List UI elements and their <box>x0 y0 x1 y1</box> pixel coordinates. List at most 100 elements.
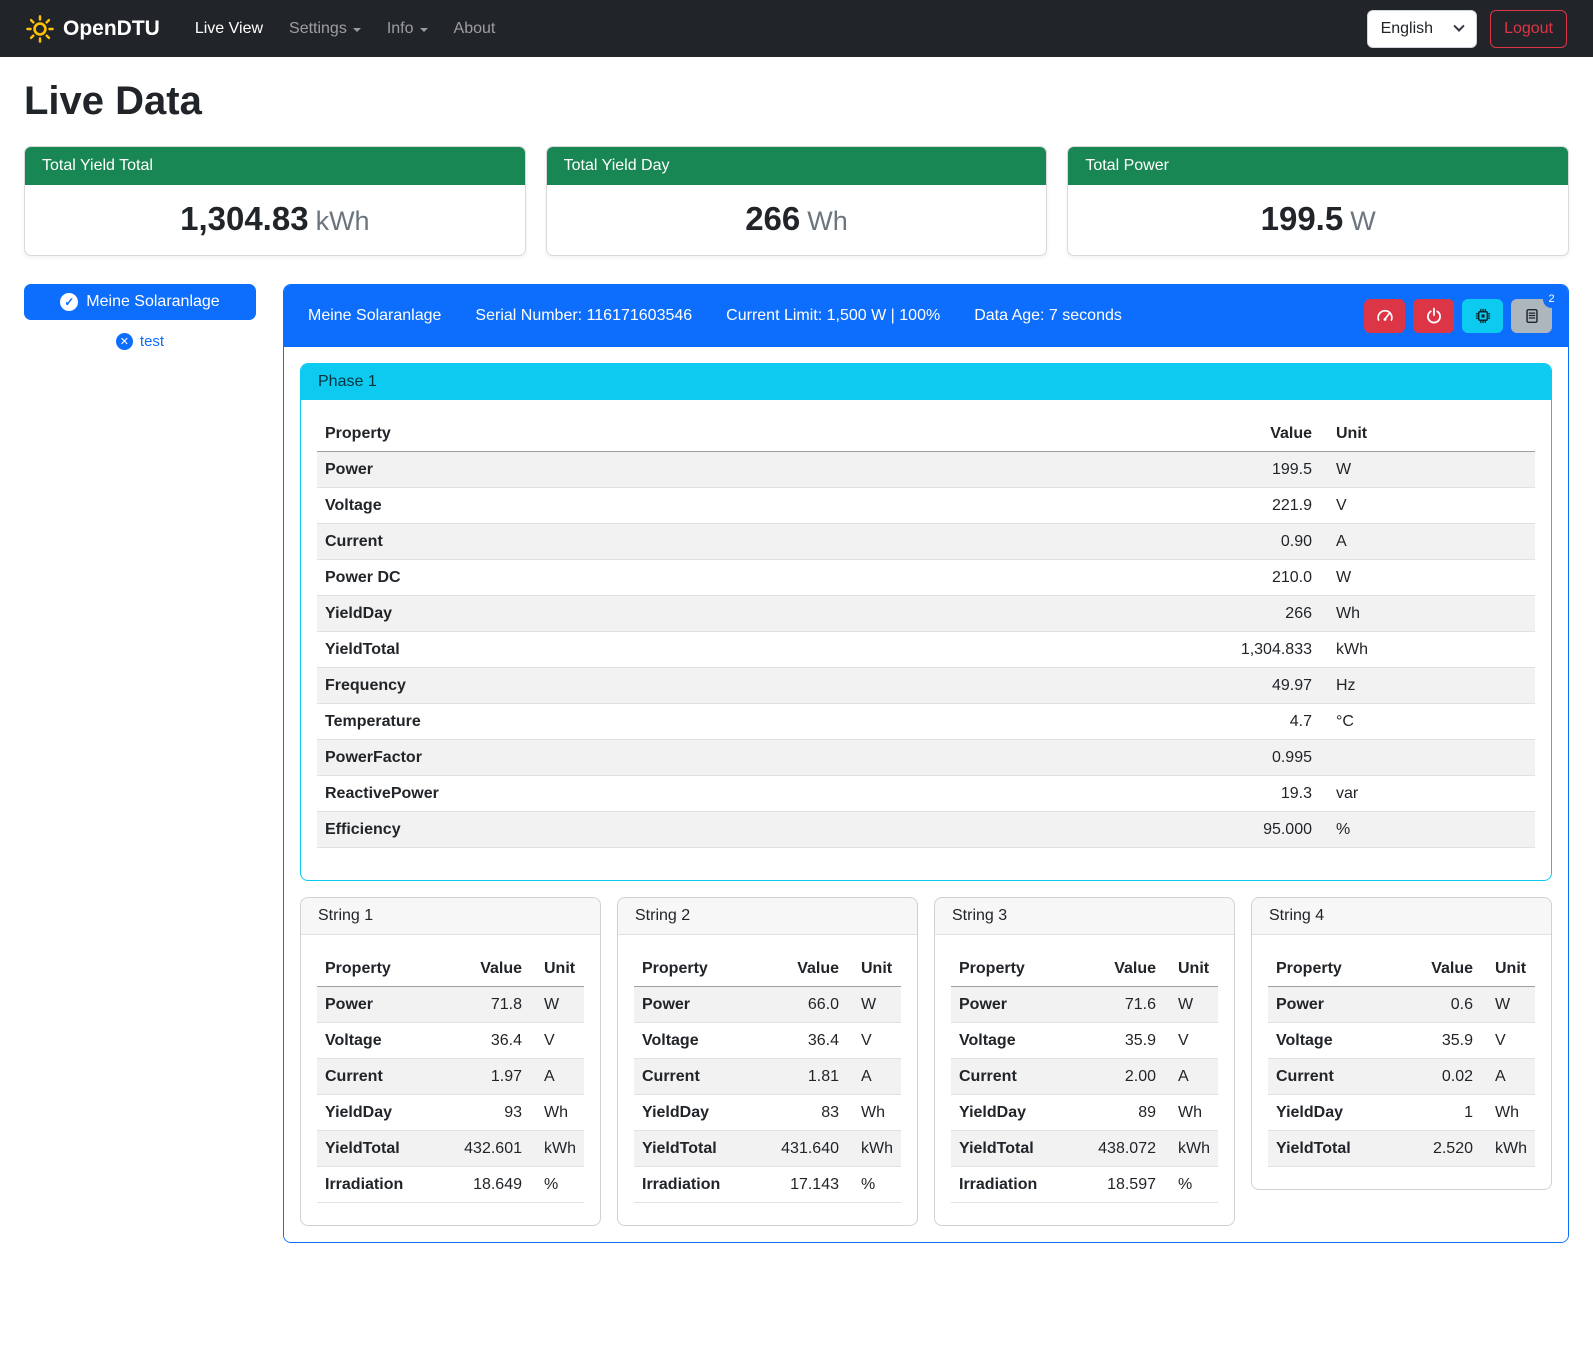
value-cell: 35.9 <box>1401 1023 1481 1059</box>
table-header-row: Property Value Unit <box>317 951 584 987</box>
column-header-unit: Unit <box>847 951 901 987</box>
value-cell: 266 <box>1190 596 1320 632</box>
value-cell: 431.640 <box>767 1131 847 1167</box>
value-cell: 66.0 <box>767 987 847 1023</box>
column-header-value: Value <box>767 951 847 987</box>
table-row: YieldTotal438.072kWh <box>951 1131 1218 1167</box>
nav-info-label: Info <box>387 20 414 38</box>
summary-value: 199.5 <box>1261 200 1344 237</box>
strings-grid: String 1 Property Value Unit <box>300 897 1552 1226</box>
table-row: Irradiation18.597% <box>951 1167 1218 1203</box>
unit-cell: Wh <box>1320 596 1535 632</box>
table-row: PowerFactor0.995 <box>317 740 1535 776</box>
power-icon <box>1425 307 1443 325</box>
property-cell: YieldTotal <box>1268 1131 1401 1167</box>
inverter-list: ✓ Meine Solaranlage ✕ test <box>24 284 256 350</box>
column-header-value: Value <box>1190 416 1320 452</box>
table-row: Voltage35.9V <box>1268 1023 1535 1059</box>
column-header-value: Value <box>1084 951 1164 987</box>
inverter-item-test[interactable]: ✕ test <box>24 333 256 350</box>
value-cell: 36.4 <box>767 1023 847 1059</box>
table-header-row: Property Value Unit <box>1268 951 1535 987</box>
table-row: Temperature4.7°C <box>317 704 1535 740</box>
table-row: YieldDay93Wh <box>317 1095 584 1131</box>
unit-cell: W <box>847 987 901 1023</box>
unit-cell: % <box>847 1167 901 1203</box>
value-cell: 1.81 <box>767 1059 847 1095</box>
unit-cell: W <box>1320 452 1535 488</box>
nav-live-view[interactable]: Live View <box>182 12 276 46</box>
unit-cell: kWh <box>530 1131 584 1167</box>
table-row: Current1.81A <box>634 1059 901 1095</box>
table-header-row: Property Value Unit <box>634 951 901 987</box>
event-log-button[interactable]: 2 <box>1511 299 1552 333</box>
language-value: English <box>1381 20 1433 38</box>
value-cell: 4.7 <box>1190 704 1320 740</box>
power-control-button[interactable] <box>1413 299 1454 333</box>
property-cell: YieldDay <box>634 1095 767 1131</box>
property-cell: PowerFactor <box>317 740 1190 776</box>
table-header-row: Property Value Unit <box>951 951 1218 987</box>
value-cell: 93 <box>450 1095 530 1131</box>
value-cell: 2.520 <box>1401 1131 1481 1167</box>
inverter-data-age: Data Age: 7 seconds <box>974 307 1122 325</box>
summary-unit: Wh <box>807 206 848 236</box>
journal-icon <box>1523 307 1541 325</box>
unit-cell <box>1320 740 1535 776</box>
unit-cell: V <box>530 1023 584 1059</box>
unit-cell: kWh <box>1164 1131 1218 1167</box>
unit-cell: A <box>1481 1059 1535 1095</box>
phase-title: Phase 1 <box>301 364 1551 400</box>
value-cell: 83 <box>767 1095 847 1131</box>
device-info-button[interactable] <box>1462 299 1503 333</box>
inverter-limit: Current Limit: 1,500 W | 100% <box>726 307 940 325</box>
unit-cell: W <box>1164 987 1218 1023</box>
inverter-select-label: Meine Solaranlage <box>86 293 219 311</box>
table-row: Power0.6W <box>1268 987 1535 1023</box>
unit-cell: W <box>1481 987 1535 1023</box>
table-row: YieldTotal432.601kWh <box>317 1131 584 1167</box>
unit-cell: kWh <box>1320 632 1535 668</box>
nav-settings[interactable]: Settings <box>276 12 374 46</box>
unit-cell: kWh <box>847 1131 901 1167</box>
unit-cell: Wh <box>1481 1095 1535 1131</box>
property-cell: Temperature <box>317 704 1190 740</box>
events-badge: 2 <box>1543 291 1560 308</box>
string-title: String 4 <box>1252 898 1551 935</box>
inverter-serial: Serial Number: 116171603546 <box>475 307 692 325</box>
chevron-down-icon <box>1453 20 1464 31</box>
summary-card-title: Total Yield Day <box>547 147 1047 185</box>
value-cell: 35.9 <box>1084 1023 1164 1059</box>
limit-settings-button[interactable] <box>1364 299 1405 333</box>
unit-cell: W <box>530 987 584 1023</box>
language-select[interactable]: English <box>1367 10 1477 48</box>
property-cell: Power <box>634 987 767 1023</box>
column-header-property: Property <box>634 951 767 987</box>
inverter-select-button[interactable]: ✓ Meine Solaranlage <box>24 284 256 320</box>
chevron-down-icon <box>353 28 361 32</box>
string-table: Property Value Unit Power71.8WVoltage36.… <box>317 951 584 1203</box>
value-cell: 0.02 <box>1401 1059 1481 1095</box>
table-row: Voltage221.9V <box>317 488 1535 524</box>
nav-about[interactable]: About <box>441 12 509 46</box>
table-row: Power71.8W <box>317 987 584 1023</box>
value-cell: 2.00 <box>1084 1059 1164 1095</box>
string-card-3: String 3 Property Value Unit <box>934 897 1235 1226</box>
summary-card-yield-total: Total Yield Total 1,304.83kWh <box>24 146 526 256</box>
property-cell: Frequency <box>317 668 1190 704</box>
string-table: Property Value Unit Power0.6WVoltage35.9… <box>1268 951 1535 1167</box>
table-row: Power66.0W <box>634 987 901 1023</box>
brand[interactable]: OpenDTU <box>26 15 160 43</box>
table-row: Current0.90A <box>317 524 1535 560</box>
inverter-card-body: Phase 1 Property Value Unit Power199.5WV… <box>284 347 1568 1242</box>
inverter-card-header: Meine Solaranlage Serial Number: 1161716… <box>284 285 1568 347</box>
property-cell: Efficiency <box>317 812 1190 848</box>
logout-button[interactable]: Logout <box>1490 10 1567 48</box>
unit-cell: V <box>847 1023 901 1059</box>
value-cell: 199.5 <box>1190 452 1320 488</box>
property-cell: Current <box>634 1059 767 1095</box>
inverter-action-buttons: 2 <box>1364 299 1552 333</box>
table-row: YieldDay266Wh <box>317 596 1535 632</box>
nav-info[interactable]: Info <box>374 12 441 46</box>
unit-cell: % <box>1320 812 1535 848</box>
